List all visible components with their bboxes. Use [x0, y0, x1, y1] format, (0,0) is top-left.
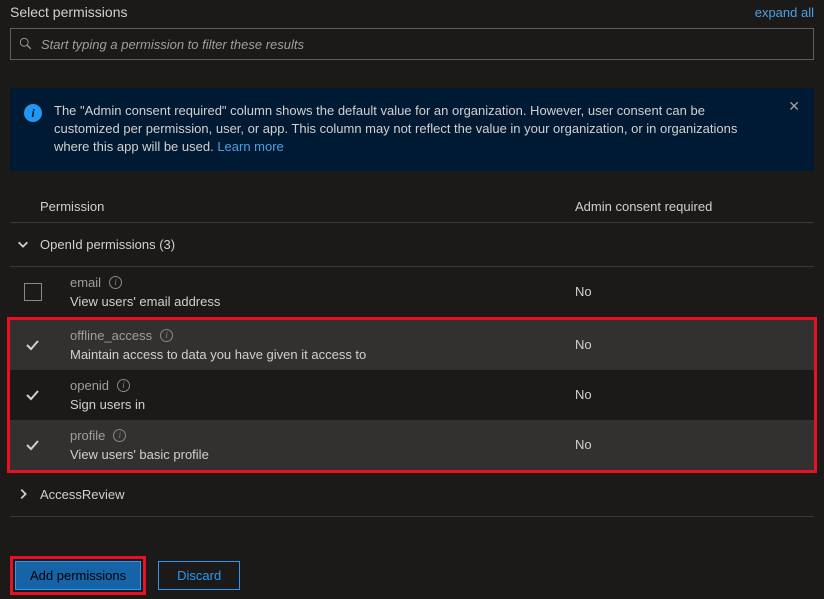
info-icon[interactable]: i: [113, 429, 126, 442]
permission-name: email: [70, 275, 101, 290]
info-icon: i: [24, 104, 42, 122]
admin-consent-value: No: [575, 437, 814, 452]
info-icon[interactable]: i: [117, 379, 130, 392]
permission-description: Sign users in: [70, 397, 575, 412]
permission-description: View users' basic profile: [70, 447, 575, 462]
column-admin-consent: Admin consent required: [575, 199, 814, 214]
admin-consent-value: No: [575, 337, 814, 352]
admin-consent-value: No: [575, 387, 814, 402]
discard-button[interactable]: Discard: [158, 561, 240, 590]
add-permissions-highlight: Add permissions: [10, 556, 146, 595]
group-openid-permissions[interactable]: OpenId permissions (3): [10, 223, 814, 267]
group-label: AccessReview: [40, 487, 125, 502]
group-label: OpenId permissions (3): [40, 237, 175, 252]
checkmark-icon[interactable]: [24, 337, 40, 353]
permission-description: View users' email address: [70, 294, 575, 309]
search-input[interactable]: [41, 37, 805, 52]
close-icon[interactable]: ✕: [788, 98, 800, 115]
permission-description: Maintain access to data you have given i…: [70, 347, 575, 362]
group-access-review[interactable]: AccessReview: [10, 473, 814, 516]
chevron-down-icon: [16, 237, 30, 251]
table-row[interactable]: email i View users' email address No: [10, 267, 814, 317]
search-input-container[interactable]: [10, 28, 814, 60]
expand-all-link[interactable]: expand all: [755, 5, 814, 20]
permission-name: offline_access: [70, 328, 152, 343]
column-permission: Permission: [40, 199, 575, 214]
search-icon: [19, 37, 33, 51]
highlighted-rows: offline_access i Maintain access to data…: [7, 317, 817, 473]
info-text: The "Admin consent required" column show…: [54, 103, 737, 154]
admin-consent-value: No: [575, 284, 814, 299]
info-icon[interactable]: i: [109, 276, 122, 289]
chevron-right-icon: [16, 487, 30, 501]
table-row[interactable]: offline_access i Maintain access to data…: [10, 320, 814, 370]
permission-name: profile: [70, 428, 105, 443]
permission-name: openid: [70, 378, 109, 393]
learn-more-link[interactable]: Learn more: [217, 139, 283, 154]
info-icon[interactable]: i: [160, 329, 173, 342]
checkmark-icon[interactable]: [24, 387, 40, 403]
info-banner: i The "Admin consent required" column sh…: [10, 88, 814, 171]
page-title: Select permissions: [10, 4, 128, 20]
table-row[interactable]: openid i Sign users in No: [10, 370, 814, 420]
column-headers: Permission Admin consent required: [10, 189, 814, 223]
table-row[interactable]: profile i View users' basic profile No: [10, 420, 814, 470]
checkbox-unchecked[interactable]: [24, 283, 42, 301]
add-permissions-button[interactable]: Add permissions: [15, 561, 141, 590]
checkmark-icon[interactable]: [24, 437, 40, 453]
